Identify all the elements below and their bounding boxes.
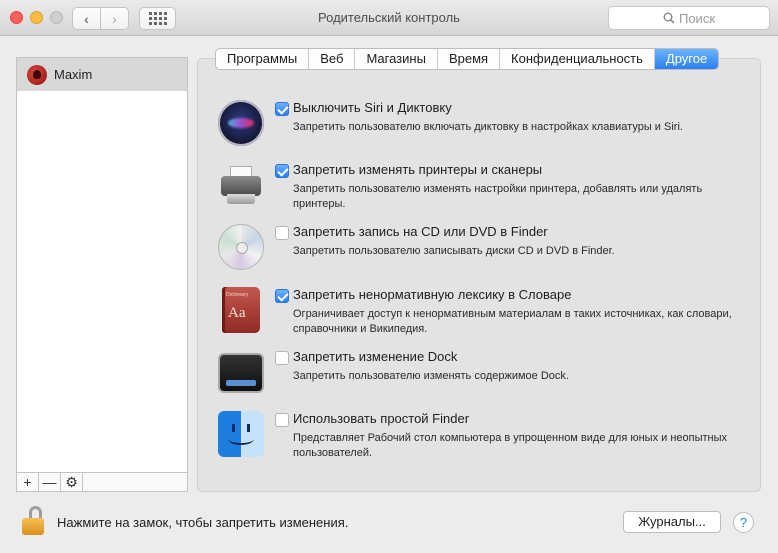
option-description: Запретить пользователю записывать диски … bbox=[293, 245, 615, 257]
tab-bar: Программы Веб Магазины Время Конфиденциа… bbox=[215, 48, 720, 70]
dock-icon bbox=[218, 353, 264, 393]
disc-icon bbox=[218, 224, 264, 270]
option-title: Запретить запись на CD или DVD в Finder bbox=[293, 224, 548, 239]
checkbox-disable-siri[interactable] bbox=[275, 102, 289, 116]
tab-time[interactable]: Время bbox=[438, 49, 501, 69]
option-description: Запретить пользователю изменять настройк… bbox=[293, 183, 703, 210]
title-bar: ‹ › Родительский контроль Поиск bbox=[0, 0, 778, 36]
remove-user-button[interactable]: — bbox=[39, 473, 61, 491]
dictionary-icon: Dictionary Aa bbox=[222, 287, 260, 333]
user-list-toolbar: + — ⚙ bbox=[16, 472, 188, 492]
option-title: Запретить изменять принтеры и сканеры bbox=[293, 162, 543, 177]
user-list-item[interactable]: Maxim bbox=[17, 58, 187, 91]
search-placeholder: Поиск bbox=[678, 10, 716, 26]
tab-stores[interactable]: Магазины bbox=[355, 49, 438, 69]
siri-icon bbox=[218, 100, 264, 146]
user-list[interactable]: Maxim bbox=[16, 57, 188, 473]
lock-icon[interactable] bbox=[22, 506, 46, 536]
finder-icon bbox=[218, 411, 264, 457]
help-button[interactable]: ? bbox=[733, 512, 754, 533]
avatar bbox=[27, 64, 47, 85]
lock-hint: Нажмите на замок, чтобы запретить измене… bbox=[57, 515, 349, 530]
search-icon bbox=[663, 12, 675, 24]
tab-privacy[interactable]: Конфиденциальность bbox=[500, 49, 655, 69]
user-name: Maxim bbox=[54, 67, 93, 82]
option-description: Ограничивает доступ к ненормативным мате… bbox=[293, 308, 732, 335]
option-description: Запретить пользователю изменять содержим… bbox=[293, 370, 569, 382]
checkbox-printers[interactable] bbox=[275, 164, 289, 178]
option-description: Запретить пользователю включать диктовку… bbox=[293, 121, 683, 133]
printer-icon bbox=[218, 162, 264, 208]
gear-icon[interactable]: ⚙ bbox=[61, 473, 83, 491]
checkbox-simple-finder[interactable] bbox=[275, 413, 289, 427]
tab-other[interactable]: Другое bbox=[654, 49, 719, 69]
checkbox-disc-burning[interactable] bbox=[275, 226, 289, 240]
checkbox-dock[interactable] bbox=[275, 351, 289, 365]
option-description: Представляет Рабочий стол компьютера в у… bbox=[293, 432, 728, 459]
option-title: Запретить изменение Dock bbox=[293, 349, 458, 364]
tab-web[interactable]: Веб bbox=[309, 49, 356, 69]
option-title: Выключить Siri и Диктовку bbox=[293, 100, 452, 115]
add-user-button[interactable]: + bbox=[17, 473, 39, 491]
option-title: Запретить ненормативную лексику в Словар… bbox=[293, 287, 572, 302]
search-input[interactable]: Поиск bbox=[608, 6, 770, 30]
tab-programs[interactable]: Программы bbox=[216, 49, 310, 69]
logs-button[interactable]: Журналы... bbox=[623, 511, 721, 533]
option-title: Использовать простой Finder bbox=[293, 411, 470, 426]
checkbox-profanity[interactable] bbox=[275, 289, 289, 303]
